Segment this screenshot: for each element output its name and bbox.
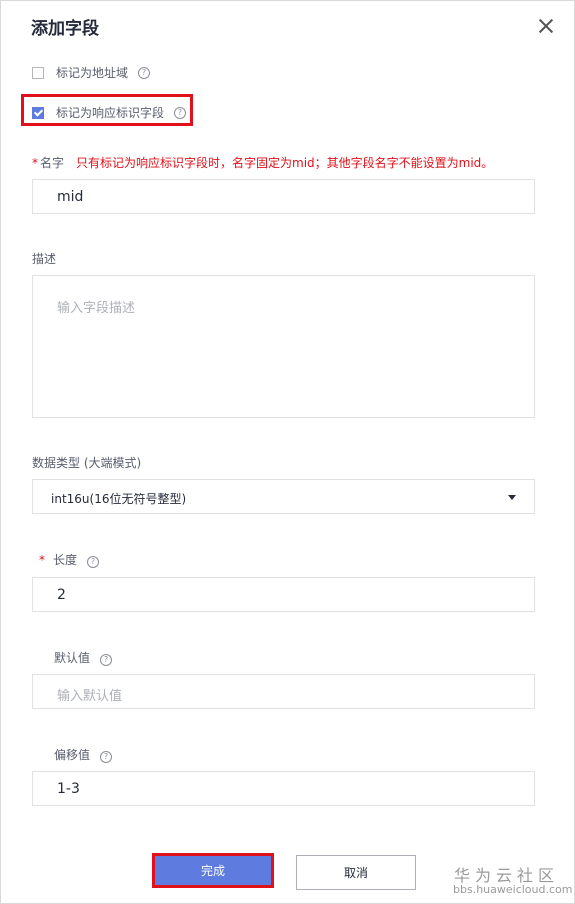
- response-id-checkbox[interactable]: [32, 106, 44, 119]
- description-textarea[interactable]: 输入字段描述: [32, 275, 535, 418]
- default-value-label-row: 默认值?: [54, 649, 113, 666]
- required-mark: *: [39, 553, 45, 567]
- offset-input[interactable]: 1-3: [32, 771, 535, 806]
- name-label: 名字: [40, 156, 65, 170]
- length-label-row: * 长度?: [39, 551, 100, 568]
- data-type-label: 数据类型 (大端模式): [32, 456, 142, 470]
- name-value: mid: [57, 189, 84, 205]
- length-label: 长度: [53, 553, 78, 567]
- name-input[interactable]: mid: [32, 179, 535, 214]
- dialog-title: 添加字段: [31, 19, 99, 39]
- offset-label-row: 偏移值?: [54, 746, 113, 763]
- name-label-row: * 名字 只有标记为响应标识字段时，名字固定为mid；其他字段名字不能设置为mid。: [32, 154, 493, 171]
- cancel-button[interactable]: 取消: [296, 855, 416, 890]
- help-icon[interactable]: ?: [174, 106, 187, 119]
- default-value-placeholder: 输入默认值: [57, 689, 123, 704]
- close-icon[interactable]: [536, 16, 556, 36]
- watermark-url: bbs.huaweicloud.com: [453, 883, 573, 896]
- address-field-label: 标记为地址域: [56, 66, 129, 80]
- length-input[interactable]: 2: [32, 577, 535, 612]
- name-hint: 只有标记为响应标识字段时，名字固定为mid；其他字段名字不能设置为mid。: [76, 156, 494, 170]
- add-field-dialog: 添加字段 标记为地址域 ? 标记为响应标识字段 ? * 名字 只有标记为响应标识字段…: [0, 0, 575, 904]
- length-value: 2: [57, 587, 66, 603]
- response-id-label: 标记为响应标识字段: [56, 106, 165, 120]
- ok-button[interactable]: 完成: [152, 853, 274, 888]
- required-mark: *: [32, 156, 38, 170]
- default-value-label: 默认值: [54, 651, 91, 665]
- data-type-value: int16u(16位无符号整型): [51, 492, 187, 506]
- offset-label: 偏移值: [54, 748, 91, 762]
- address-field-checkbox[interactable]: [32, 66, 44, 79]
- help-icon[interactable]: ?: [100, 751, 113, 763]
- help-icon[interactable]: ?: [138, 66, 151, 79]
- help-icon[interactable]: ?: [100, 654, 113, 666]
- offset-value: 1-3: [57, 781, 80, 797]
- help-icon[interactable]: ?: [87, 556, 100, 568]
- default-value-input[interactable]: 输入默认值: [32, 674, 535, 709]
- chevron-down-icon: [508, 495, 516, 500]
- description-label: 描述: [32, 252, 57, 266]
- description-placeholder: 输入字段描述: [57, 301, 136, 316]
- data-type-select[interactable]: int16u(16位无符号整型): [32, 479, 535, 514]
- address-field-checkbox-row[interactable]: 标记为地址域 ?: [32, 64, 151, 81]
- response-id-checkbox-row[interactable]: 标记为响应标识字段 ?: [32, 104, 187, 121]
